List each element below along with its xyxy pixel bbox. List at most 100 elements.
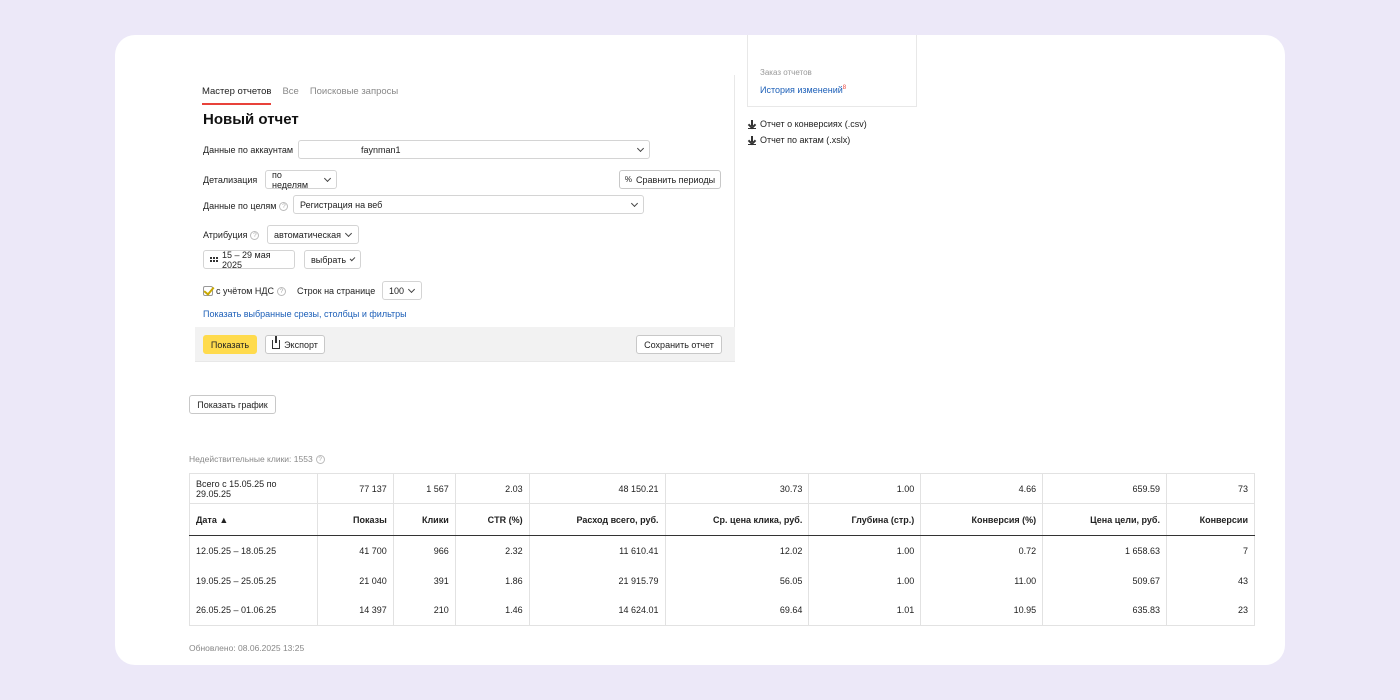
goals-label-text: Данные по целям — [203, 201, 277, 211]
help-icon[interactable]: ? — [250, 231, 260, 241]
header-avg-cpc[interactable]: Ср. цена клика, руб. — [664, 503, 810, 536]
header-cost-per-goal[interactable]: Цена цели, руб. — [1042, 503, 1167, 536]
header-spend[interactable]: Расход всего, руб. — [528, 503, 666, 536]
history-badge: 8 — [842, 85, 847, 91]
rows-per-page-value: 100 — [389, 285, 405, 296]
goals-select[interactable]: Регистрация на веб — [293, 195, 644, 214]
tab-all[interactable]: Все — [282, 86, 298, 105]
table-cell: 966 — [392, 535, 456, 566]
header-impressions[interactable]: Показы — [316, 503, 394, 536]
table-cell: 12.02 — [664, 535, 810, 566]
help-icon[interactable]: ? — [277, 287, 287, 297]
acts-report-label: Отчет по актам (.xslx) — [760, 135, 851, 145]
accounts-label: Данные по аккаунтам — [203, 145, 294, 155]
attribution-label: Атрибуция? — [203, 230, 260, 241]
tab-search-queries[interactable]: Поисковые запросы — [310, 86, 398, 105]
table-cell: 1.01 — [808, 595, 922, 626]
table-cell: 41 700 — [316, 535, 394, 566]
chevron-down-icon — [636, 144, 645, 152]
chevron-down-icon — [407, 285, 416, 293]
table-cell: 23 — [1165, 595, 1256, 626]
help-icon[interactable]: ? — [279, 202, 289, 212]
download-icon — [748, 136, 756, 146]
compare-periods-label: Сравнить периоды — [636, 174, 716, 185]
table-cell: 77 137 — [316, 473, 394, 504]
download-icon — [748, 120, 756, 130]
show-chart-button[interactable]: Показать график — [189, 395, 276, 414]
show-button[interactable]: Показать — [203, 335, 257, 354]
history-item: История изменений8 — [760, 85, 846, 95]
goals-value: Регистрация на веб — [300, 199, 383, 210]
attribution-select[interactable]: автоматическая — [267, 225, 359, 244]
date-choose-label: выбрать — [311, 254, 347, 265]
table-cell: 48 150.21 — [528, 473, 666, 504]
conversion-report-label: Отчет о конверсиях (.csv) — [760, 119, 867, 129]
detail-value: по неделям — [272, 169, 309, 190]
upload-icon — [272, 336, 281, 349]
table-cell: 1 658.63 — [1042, 535, 1167, 566]
accounts-select[interactable]: faynman1 — [298, 140, 650, 159]
table-cell: 2.03 — [454, 473, 530, 504]
save-report-button[interactable]: Сохранить отчет — [636, 335, 722, 354]
header-conversions[interactable]: Конверсии — [1165, 503, 1256, 536]
table-cell: 11.00 — [920, 565, 1044, 596]
date-range-value: 15 – 29 мая 2025 — [222, 249, 271, 270]
table-cell: 635.83 — [1042, 595, 1167, 626]
header-clicks[interactable]: Клики — [392, 503, 456, 536]
attribution-value: автоматическая — [274, 229, 341, 240]
vat-label: с учётом НДС? — [216, 286, 287, 297]
export-button[interactable]: Экспорт — [265, 335, 325, 354]
table-cell: 73 — [1165, 473, 1256, 504]
vat-checkbox[interactable] — [203, 286, 213, 296]
table-cell: 69.64 — [664, 595, 810, 626]
table-row: 19.05.25 – 25.05.25 21 040 391 1.86 21 9… — [189, 565, 1256, 596]
table-cell: 0.72 — [920, 535, 1044, 566]
date-choose-select[interactable]: выбрать — [304, 250, 361, 269]
table-header-row: Дата ▲ Показы Клики CTR (%) Расход всего… — [189, 503, 1256, 536]
detail-select[interactable]: по неделям — [265, 169, 337, 190]
table-cell: 1.86 — [454, 565, 530, 596]
table-cell: 2.32 — [454, 535, 530, 566]
percent-icon: % — [624, 175, 633, 184]
accounts-value: faynman1 — [361, 144, 401, 155]
report-table: Всего с 15.05.25 по 29.05.25 77 137 1 56… — [189, 473, 1256, 626]
chevron-down-icon — [349, 255, 356, 261]
header-date[interactable]: Дата ▲ — [189, 503, 318, 536]
table-cell: 11 610.41 — [528, 535, 666, 566]
acts-report-item[interactable]: Отчет по актам (.xslx) — [748, 135, 851, 146]
header-depth[interactable]: Глубина (стр.) — [808, 503, 922, 536]
table-cell: 21 040 — [316, 565, 394, 596]
show-selected-link[interactable]: Показать выбранные срезы, столбцы и филь… — [203, 309, 407, 319]
header-conversion-rate[interactable]: Конверсия (%) — [920, 503, 1044, 536]
invalid-clicks: Недействительные клики: 1553? — [189, 454, 325, 465]
order-reports-link[interactable]: Заказ отчетов — [760, 68, 812, 77]
table-cell: 19.05.25 – 25.05.25 — [189, 565, 318, 596]
table-cell: 43 — [1165, 565, 1256, 596]
updated-timestamp: Обновлено: 08.06.2025 13:25 — [189, 643, 305, 653]
table-cell: 12.05.25 – 18.05.25 — [189, 535, 318, 566]
table-cell: 14 397 — [316, 595, 394, 626]
chevron-down-icon — [323, 174, 332, 182]
detail-label: Детализация — [203, 175, 258, 185]
date-range-field[interactable]: 15 – 29 мая 2025 — [203, 249, 295, 270]
help-icon[interactable]: ? — [315, 455, 325, 465]
page-title: Новый отчет — [203, 111, 299, 128]
table-cell: 4.66 — [920, 473, 1044, 504]
table-cell: 10.95 — [920, 595, 1044, 626]
history-link[interactable]: История изменений — [760, 85, 843, 95]
rows-per-page-label: Строк на странице — [297, 286, 376, 296]
rows-per-page-select[interactable]: 100 — [382, 281, 422, 300]
table-cell: 56.05 — [664, 565, 810, 596]
table-cell: 1.00 — [808, 473, 922, 504]
tab-report-wizard[interactable]: Мастер отчетов — [202, 86, 272, 105]
table-cell: 1.00 — [808, 535, 922, 566]
table-cell: 1.00 — [808, 565, 922, 596]
table-cell: 509.67 — [1042, 565, 1167, 596]
compare-periods-button[interactable]: % Сравнить периоды — [619, 170, 721, 189]
invalid-clicks-text: Недействительные клики: 1553 — [189, 454, 313, 464]
header-ctr[interactable]: CTR (%) — [454, 503, 530, 536]
table-row: 26.05.25 – 01.06.25 14 397 210 1.46 14 6… — [189, 595, 1256, 626]
conversion-report-item[interactable]: Отчет о конверсиях (.csv) — [748, 119, 867, 130]
total-label: Всего с 15.05.25 по 29.05.25 — [189, 473, 318, 504]
report-tabs: Мастер отчетов Все Поисковые запросы — [202, 86, 398, 105]
